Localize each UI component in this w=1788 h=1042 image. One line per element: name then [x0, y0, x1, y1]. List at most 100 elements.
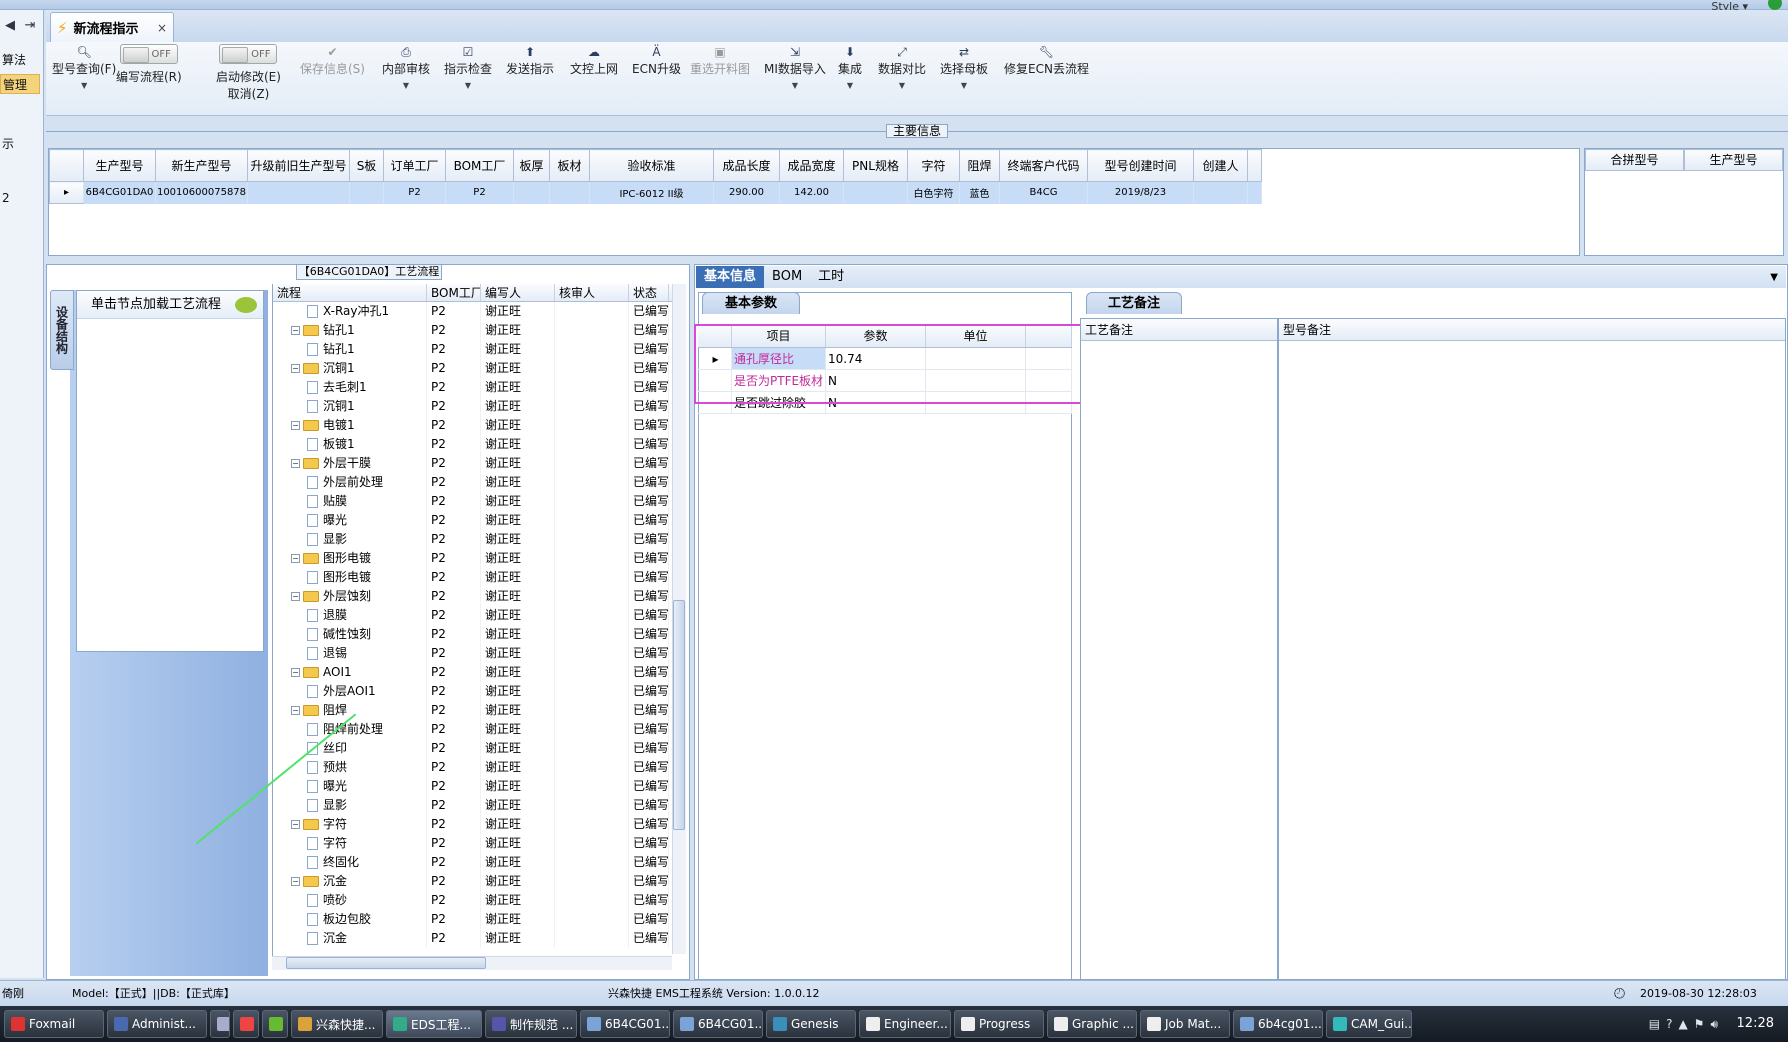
tree-node[interactable]: 碱性蚀刻	[273, 625, 427, 644]
tab-process-notes[interactable]: 工艺备注	[1086, 292, 1182, 314]
model-note-pane[interactable]: 型号备注	[1278, 318, 1786, 980]
tree-row[interactable]: − 图形电镀 P2 谢正旺 已编写	[273, 549, 686, 568]
edit-flow-toggle[interactable]: OFF 编写流程(R)	[116, 44, 182, 85]
merge-model-grid[interactable]: 合拼型号 生产型号	[1584, 148, 1784, 256]
toggle-switch[interactable]: OFF	[219, 44, 278, 64]
col-header[interactable]: BOM工厂	[445, 149, 514, 182]
col-header[interactable]: 成品长度	[713, 149, 780, 182]
table-cell[interactable]	[513, 181, 550, 204]
taskbar-item[interactable]	[262, 1010, 288, 1038]
taskbar-item[interactable]: EDS工程...	[386, 1010, 482, 1038]
nav-item-algo[interactable]: 算法	[0, 50, 40, 70]
col-flow[interactable]: 流程	[273, 284, 427, 301]
table-cell[interactable]: IPC-6012 II级	[589, 181, 714, 204]
tree-row[interactable]: 沉铜1 P2 谢正旺 已编写	[273, 397, 686, 416]
tree-row[interactable]: − 沉铜1 P2 谢正旺 已编写	[273, 359, 686, 378]
tree-node[interactable]: − 电镀1	[273, 416, 427, 435]
main-info-grid[interactable]: 生产型号 新生产型号 升级前旧生产型号 S板 订单工厂 BOM工厂 板厚 板材 验收标准 成品长度…	[48, 148, 1580, 256]
col-header[interactable]: 型号创建时间	[1087, 149, 1194, 182]
tab-basic-params[interactable]: 基本参数	[702, 292, 800, 314]
table-cell[interactable]: 142.00	[779, 181, 844, 204]
tree-row[interactable]: 外层AOI1 P2 谢正旺 已编写	[273, 682, 686, 701]
query-button[interactable]: 🔍︎ 型号查询(F) ▼	[52, 44, 116, 90]
col-status[interactable]: 状态	[629, 284, 669, 301]
nav-item-manage[interactable]: 管理	[0, 74, 40, 94]
nav-item-show[interactable]: 示	[0, 134, 40, 154]
taskbar-item[interactable]: 兴森快捷...	[291, 1010, 383, 1038]
tree-row[interactable]: 退锡 P2 谢正旺 已编写	[273, 644, 686, 663]
close-icon[interactable]: ×	[157, 21, 167, 35]
tree-node[interactable]: − 钻孔1	[273, 321, 427, 340]
taskbar-item[interactable]	[210, 1010, 230, 1038]
nav-item-2[interactable]: 2	[0, 188, 40, 208]
start-modify-toggle[interactable]: OFF 启动修改(E) 取消(Z)	[216, 44, 281, 102]
flag-icon[interactable]: ⚑	[1694, 1017, 1705, 1031]
table-row[interactable]: ▸ 6B4CG01DA0 10010600075878 P2 P2 IPC-6012 II…	[49, 181, 1262, 204]
taskbar-item[interactable]: 6B4CG01...	[580, 1010, 670, 1038]
repair-ecn-button[interactable]: 🔧︎ 修复ECN丢流程	[1004, 44, 1089, 77]
table-cell[interactable]: B4CG	[999, 181, 1088, 204]
tree-node[interactable]: 曝光	[273, 511, 427, 530]
col-bom-factory[interactable]: BOM工厂	[427, 284, 481, 301]
col-header[interactable]: 新生产型号	[155, 149, 248, 182]
table-cell[interactable]: 10010600075878	[155, 181, 248, 204]
mi-import-button[interactable]: ⇲ MI数据导入 ▼	[764, 44, 826, 90]
tree-node[interactable]: − AOI1	[273, 663, 427, 682]
tree-node[interactable]: − 沉铜1	[273, 359, 427, 378]
tree-node[interactable]: 终固化	[273, 853, 427, 872]
col-header[interactable]: 板材	[549, 149, 590, 182]
tree-node[interactable]: 外层前处理	[273, 473, 427, 492]
tree-node[interactable]: 退锡	[273, 644, 427, 663]
col-header[interactable]: 创建人	[1193, 149, 1248, 182]
col-merge-model[interactable]: 合拼型号	[1585, 149, 1684, 171]
tree-row[interactable]: 钻孔1 P2 谢正旺 已编写	[273, 340, 686, 359]
tree-node[interactable]: − 外层干膜	[273, 454, 427, 473]
tree-row[interactable]: 板镀1 P2 谢正旺 已编写	[273, 435, 686, 454]
table-cell[interactable]	[549, 181, 590, 204]
tree-row[interactable]: 贴膜 P2 谢正旺 已编写	[273, 492, 686, 511]
col-header[interactable]: 订单工厂	[383, 149, 446, 182]
table-cell[interactable]	[1193, 181, 1248, 204]
tree-node[interactable]: 板镀1	[273, 435, 427, 454]
table-cell[interactable]: 6B4CG01DA0	[83, 181, 156, 204]
scroll-thumb[interactable]	[286, 957, 486, 969]
col-writer[interactable]: 编写人	[481, 284, 555, 301]
toggle-switch[interactable]: OFF	[119, 44, 178, 64]
tree-row[interactable]: 显影 P2 谢正旺 已编写	[273, 530, 686, 549]
taskbar-clock[interactable]: 12:28	[1737, 1006, 1774, 1042]
table-cell[interactable]	[349, 181, 384, 204]
load-flow-card[interactable]: 单击节点加载工艺流程	[76, 290, 264, 652]
col-header[interactable]: 成品宽度	[779, 149, 844, 182]
tree-node[interactable]: − 图形电镀	[273, 549, 427, 568]
tree-node[interactable]: − 外层蚀刻	[273, 587, 427, 606]
tree-row[interactable]: 图形电镀 P2 谢正旺 已编写	[273, 568, 686, 587]
tree-row[interactable]: 喷砂 P2 谢正旺 已编写	[273, 891, 686, 910]
network-icon[interactable]: ▤	[1649, 1017, 1660, 1031]
tree-row[interactable]: X-Ray冲孔1 P2 谢正旺 已编写	[273, 302, 686, 321]
taskbar-item[interactable]: CAM_Gui...	[1326, 1010, 1412, 1038]
tree-row[interactable]: 终固化 P2 谢正旺 已编写	[273, 853, 686, 872]
taskbar-item[interactable]: 6b4cg01...	[1233, 1010, 1323, 1038]
col-header[interactable]: 阻焊	[959, 149, 1000, 182]
tree-row[interactable]: 沉金 P2 谢正旺 已编写	[273, 929, 686, 948]
collapse-icon[interactable]: −	[291, 592, 300, 601]
taskbar-item[interactable]: Engineer...	[859, 1010, 951, 1038]
tree-node[interactable]: 板边包胶	[273, 910, 427, 929]
process-tree-grid[interactable]: 流程 BOM工厂 编写人 核审人 状态 X-Ray冲孔1 P2 谢正旺 已编写 − 钻孔1…	[272, 284, 686, 964]
tree-row[interactable]: − 沉金 P2 谢正旺 已编写	[273, 872, 686, 891]
col-production-model[interactable]: 生产型号	[1684, 149, 1783, 171]
tree-node[interactable]: 退膜	[273, 606, 427, 625]
tab-new-flow[interactable]: ⚡ 新流程指示 ×	[50, 12, 174, 42]
tree-node[interactable]: 显影	[273, 530, 427, 549]
col-header[interactable]: PNL规格	[843, 149, 908, 182]
taskbar-item[interactable]: Administ...	[107, 1010, 207, 1038]
col-header[interactable]: 字符	[907, 149, 960, 182]
send-instruction-button[interactable]: ⬆ 发送指示	[506, 44, 554, 77]
tab-work-hours[interactable]: 工时	[810, 266, 852, 288]
col-header[interactable]: S板	[349, 149, 384, 182]
tree-node[interactable]: 钻孔1	[273, 340, 427, 359]
taskbar-item[interactable]: Genesis	[766, 1010, 856, 1038]
taskbar-item[interactable]: 制作规范 ...	[485, 1010, 577, 1038]
tree-node[interactable]: 图形电镀	[273, 568, 427, 587]
col-header[interactable]: 验收标准	[589, 149, 714, 182]
